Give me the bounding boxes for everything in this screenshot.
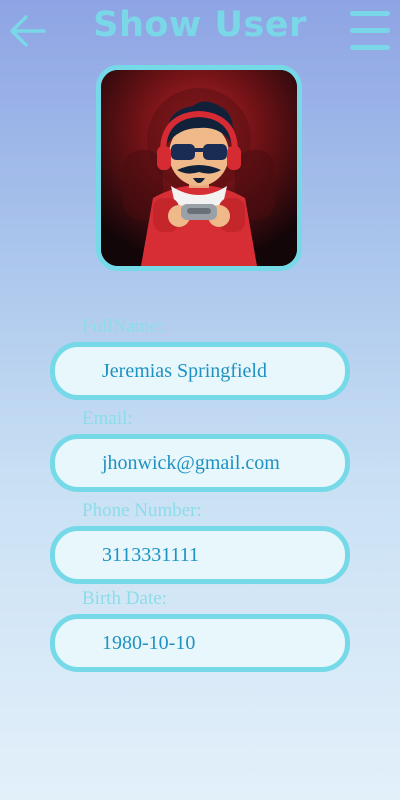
phone-field[interactable]: 3113331111: [50, 526, 350, 584]
gamer-mascot-avatar: [101, 70, 297, 266]
menu-button[interactable]: [348, 8, 392, 54]
fullname-value: Jeremias Springfield: [102, 360, 267, 382]
birth-date-label: Birth Date:: [82, 588, 167, 609]
fullname-label: FullName:: [82, 316, 164, 337]
phone-label: Phone Number:: [82, 500, 202, 521]
birth-date-value: 1980-10-10: [102, 632, 196, 654]
page-title: Show User: [93, 5, 307, 45]
email-label: Email:: [82, 408, 133, 429]
avatar: [96, 65, 302, 271]
phone-value: 3113331111: [102, 544, 200, 566]
birth-date-field[interactable]: 1980-10-10: [50, 614, 350, 672]
hamburger-menu-icon: [350, 11, 390, 50]
fullname-field[interactable]: Jeremias Springfield: [50, 342, 350, 400]
show-user-screen: Show User FullName: Jeremias Springfield…: [0, 0, 400, 800]
email-value: jhonwick@gmail.com: [102, 452, 280, 474]
email-field[interactable]: jhonwick@gmail.com: [50, 434, 350, 492]
